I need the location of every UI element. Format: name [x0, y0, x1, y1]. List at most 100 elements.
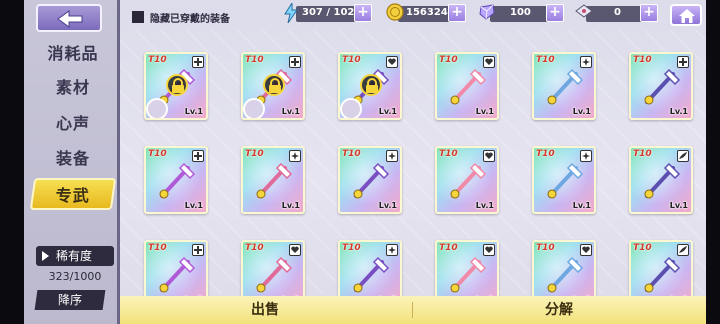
top-bar: 隐藏已穿戴的装备 307 / 102 + 1563245 + 100 + 0 + — [120, 0, 706, 30]
home-button[interactable] — [670, 4, 702, 26]
cross-badge-icon — [677, 56, 689, 68]
gem-icon — [479, 4, 495, 20]
tier-label: T10 — [245, 149, 264, 159]
item-card[interactable]: T10 Lv.1 — [338, 52, 402, 120]
cross-badge-icon — [192, 56, 204, 68]
heart-badge-icon — [580, 244, 592, 256]
level-label: Lv.1 — [184, 201, 203, 210]
category-exclusive-weapon[interactable]: 专武 — [29, 178, 117, 210]
item-card[interactable]: T10 Lv.1 — [435, 146, 499, 214]
tier-label: T10 — [245, 243, 264, 253]
hide-equipped-label: 隐藏已穿戴的装备 — [150, 14, 230, 25]
tier-label: T10 — [148, 243, 167, 253]
tier-label: T10 — [342, 243, 361, 253]
item-card[interactable]: T10 Lv.1 — [629, 52, 693, 120]
triangle-right-icon — [42, 251, 49, 261]
screen-edge-right — [706, 0, 720, 324]
level-label: Lv.1 — [378, 201, 397, 210]
home-icon — [679, 9, 695, 23]
weapon-icon — [644, 68, 681, 105]
add-coins-button[interactable]: + — [448, 4, 466, 22]
tier-label: T10 — [439, 149, 458, 159]
item-card[interactable]: T10 Lv.1 — [629, 146, 693, 214]
tier-label: T10 — [536, 149, 555, 159]
bottom-action-bar: 出售 分解 — [120, 296, 706, 324]
weapon-icon — [450, 256, 487, 293]
rarity-filter-button[interactable]: 稀有度 — [36, 246, 114, 266]
level-label: Lv.1 — [475, 201, 494, 210]
heart-badge-icon — [483, 56, 495, 68]
screen-edge-left — [0, 0, 24, 324]
item-card[interactable]: T10 Lv.1 — [241, 52, 305, 120]
heart-badge-icon — [483, 244, 495, 256]
category-equipment[interactable]: 装备 — [32, 143, 114, 175]
tier-label: T10 — [633, 243, 652, 253]
character-avatar — [340, 98, 362, 118]
category-voices[interactable]: 心声 — [32, 108, 114, 140]
coin-display: 1563245 + — [386, 3, 466, 22]
level-label: Lv.1 — [669, 201, 688, 210]
item-card[interactable]: T10 Lv.1 — [532, 52, 596, 120]
tier-label: T10 — [245, 55, 264, 65]
category-materials[interactable]: 素材 — [32, 72, 114, 104]
wing-badge-icon — [677, 244, 689, 256]
level-label: Lv.1 — [184, 107, 203, 116]
heart-badge-icon — [483, 150, 495, 162]
character-avatar — [146, 98, 168, 118]
level-label: Lv.1 — [281, 201, 300, 210]
coin-icon — [386, 3, 404, 21]
tier-label: T10 — [342, 149, 361, 159]
item-card[interactable]: T10 Lv.1 — [144, 146, 208, 214]
category-sidebar: 消耗品 素材 心声 装备 专武 稀有度 323/1000 降序 — [24, 0, 120, 324]
divider — [412, 302, 413, 318]
back-arrow-icon — [57, 10, 83, 28]
gem-display: 100 + — [479, 4, 564, 22]
lightning-icon — [284, 3, 298, 23]
hide-equipped-checkbox[interactable] — [132, 11, 144, 23]
lock-icon — [263, 74, 285, 96]
category-consumables[interactable]: 消耗品 — [32, 38, 114, 70]
tier-label: T10 — [148, 55, 167, 65]
decompose-button[interactable]: 分解 — [414, 296, 704, 324]
tier-label: T10 — [633, 149, 652, 159]
star-badge-icon — [580, 150, 592, 162]
add-tickets-button[interactable]: + — [640, 4, 658, 22]
weapon-icon — [256, 162, 293, 199]
weapon-icon — [353, 162, 390, 199]
inventory-count: 323/1000 — [48, 270, 102, 283]
item-card[interactable]: T10 Lv.1 — [532, 146, 596, 214]
level-label: Lv.1 — [281, 107, 300, 116]
tier-label: T10 — [633, 55, 652, 65]
item-card[interactable]: T10 Lv.1 — [435, 52, 499, 120]
level-label: Lv.1 — [378, 107, 397, 116]
add-stamina-button[interactable]: + — [354, 4, 372, 22]
heart-badge-icon — [386, 56, 398, 68]
cross-badge-icon — [192, 244, 204, 256]
lock-icon — [166, 74, 188, 96]
weapon-icon — [256, 256, 293, 293]
weapon-icon — [353, 256, 390, 293]
stamina-display: 307 / 102 + — [284, 3, 372, 23]
star-badge-icon — [386, 150, 398, 162]
back-button[interactable] — [36, 4, 102, 32]
level-label: Lv.1 — [572, 201, 591, 210]
tier-label: T10 — [439, 55, 458, 65]
item-card[interactable]: T10 Lv.1 — [338, 146, 402, 214]
level-label: Lv.1 — [669, 107, 688, 116]
star-badge-icon — [580, 56, 592, 68]
item-card[interactable]: T10 Lv.1 — [241, 146, 305, 214]
weapon-icon — [159, 162, 196, 199]
weapon-icon — [159, 256, 196, 293]
tier-label: T10 — [536, 55, 555, 65]
cross-badge-icon — [289, 56, 301, 68]
add-gems-button[interactable]: + — [546, 4, 564, 22]
sell-button[interactable]: 出售 — [120, 296, 410, 324]
item-card[interactable]: T10 Lv.1 — [144, 52, 208, 120]
level-label: Lv.1 — [475, 107, 494, 116]
ticket-display: 0 + — [575, 4, 658, 22]
wing-badge-icon — [677, 150, 689, 162]
star-badge-icon — [289, 150, 301, 162]
tier-label: T10 — [148, 149, 167, 159]
sort-order-button[interactable]: 降序 — [34, 290, 106, 310]
lock-icon — [360, 74, 382, 96]
